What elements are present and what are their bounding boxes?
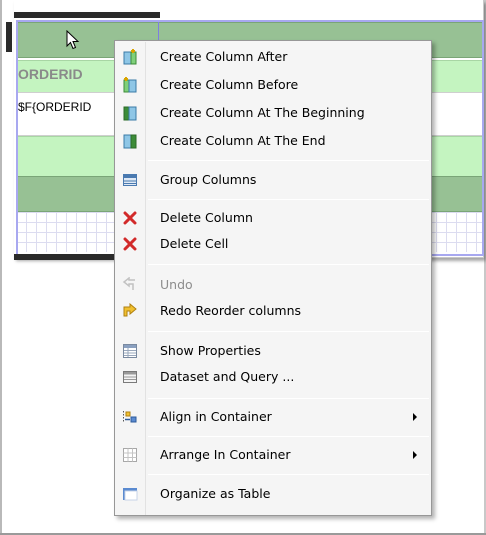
- menu-item-label: Organize as Table: [160, 486, 271, 501]
- menu-item-create-column-before[interactable]: Create Column Before: [115, 74, 431, 96]
- menu-item-label: Delete Column: [160, 210, 253, 225]
- menu-item-label: Show Properties: [160, 343, 261, 358]
- menu-separator: [148, 199, 429, 200]
- menu-item-dataset-query[interactable]: Dataset and Query ...: [115, 366, 431, 388]
- menu-item-label: Align in Container: [160, 409, 272, 424]
- group-columns-icon: [123, 174, 137, 186]
- menu-item-label: Create Column At The Beginning: [160, 105, 365, 120]
- menu-item-label: Undo: [160, 277, 193, 292]
- submenu-arrow-icon: [413, 413, 417, 421]
- menu-item-label: Create Column After: [160, 49, 288, 64]
- delete-icon: [123, 237, 137, 251]
- selection-handle[interactable]: [6, 22, 12, 52]
- column-before-icon: [123, 77, 137, 93]
- column-end-icon: [123, 134, 137, 149]
- menu-item-show-properties[interactable]: Show Properties: [115, 340, 431, 362]
- submenu-arrow-icon: [413, 451, 417, 459]
- menu-item-label: Arrange In Container: [160, 447, 291, 462]
- undo-icon: [122, 277, 135, 290]
- menu-item-label: Create Column Before: [160, 77, 299, 92]
- window-left-border: [0, 0, 2, 535]
- menu-item-arrange-in-container[interactable]: Arrange In Container: [115, 444, 431, 466]
- context-menu: Create Column After Create Column Before…: [114, 40, 432, 516]
- menu-separator: [148, 264, 429, 265]
- menu-item-label: Dataset and Query ...: [160, 369, 295, 384]
- field-expression[interactable]: $F{ORDERID: [18, 100, 91, 114]
- arrange-icon: [123, 448, 137, 462]
- delete-icon: [123, 211, 137, 225]
- properties-icon: [123, 344, 137, 358]
- menu-item-align-in-container[interactable]: Align in Container: [115, 406, 431, 428]
- align-icon: [123, 411, 137, 423]
- menu-item-organize-as-table[interactable]: Organize as Table: [115, 483, 431, 505]
- menu-separator: [148, 160, 429, 161]
- menu-separator: [148, 436, 429, 437]
- table-icon: [123, 488, 138, 501]
- menu-separator: [148, 331, 429, 332]
- redo-icon: [123, 303, 137, 317]
- menu-separator: [148, 474, 429, 475]
- menu-item-create-column-beginning[interactable]: Create Column At The Beginning: [115, 102, 431, 124]
- column-beginning-icon: [123, 106, 137, 121]
- menu-item-create-column-end[interactable]: Create Column At The End: [115, 130, 431, 152]
- menu-separator: [148, 398, 429, 399]
- mouse-pointer-icon: [66, 30, 80, 50]
- menu-item-label: Group Columns: [160, 172, 257, 187]
- menu-item-label: Create Column At The End: [160, 133, 326, 148]
- dataset-icon: [123, 371, 137, 383]
- menu-item-create-column-after[interactable]: Create Column After: [115, 46, 431, 68]
- menu-item-delete-cell[interactable]: Delete Cell: [115, 233, 431, 255]
- column-after-icon: [123, 49, 137, 65]
- selection-handle[interactable]: [14, 12, 160, 18]
- menu-item-group-columns[interactable]: Group Columns: [115, 169, 431, 191]
- column-header-label[interactable]: ORDERID: [18, 66, 83, 82]
- menu-item-label: Redo Reorder columns: [160, 303, 302, 318]
- menu-item-delete-column[interactable]: Delete Column: [115, 207, 431, 229]
- menu-item-label: Delete Cell: [160, 236, 229, 251]
- menu-item-undo[interactable]: Undo: [115, 274, 431, 296]
- menu-item-redo[interactable]: Redo Reorder columns: [115, 300, 431, 322]
